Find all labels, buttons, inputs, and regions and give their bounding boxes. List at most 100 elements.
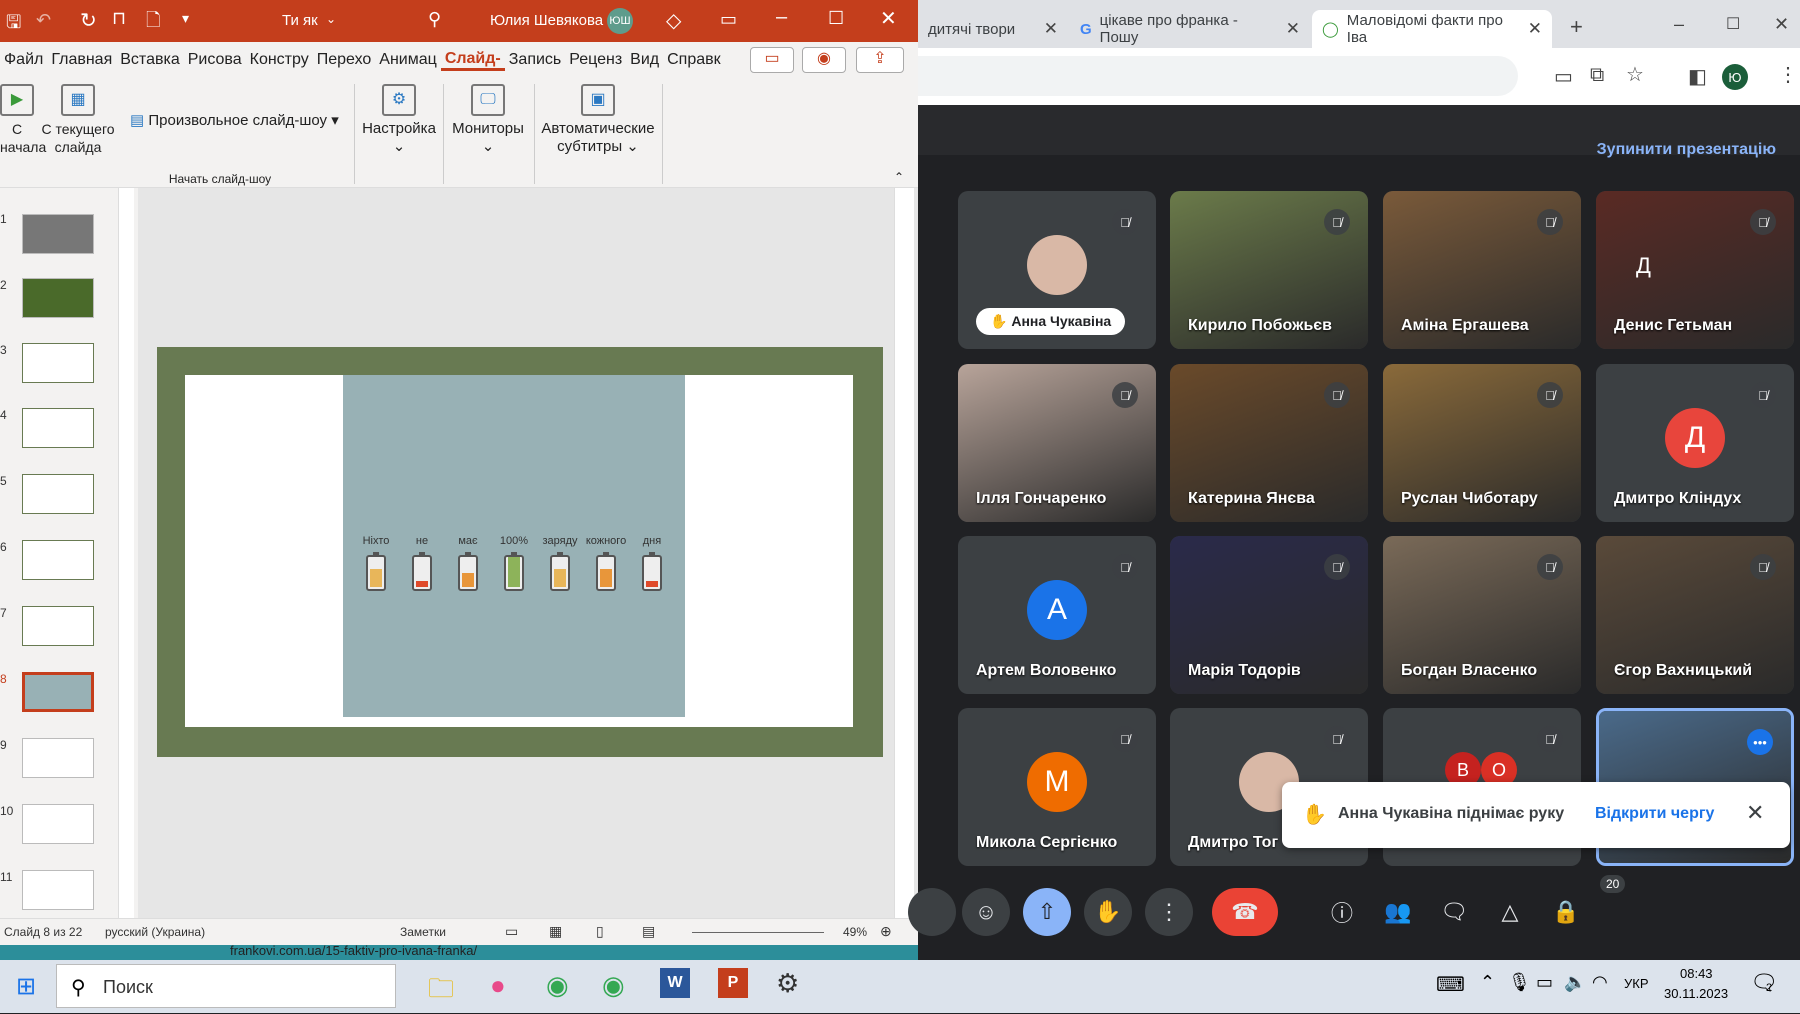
menu-icon[interactable]: ⋮ [1778,62,1798,87]
participant-tile[interactable]: 🎙̸ Аміна Ергашева [1383,191,1581,349]
powerpoint-icon[interactable]: P [718,968,748,998]
mic-icon[interactable]: 🎙 [1508,972,1531,993]
tab-draw[interactable]: Рисова [184,51,246,69]
clock-date[interactable]: 30.11.2023 [1664,986,1728,1001]
close-icon[interactable]: ✕ [1746,800,1764,826]
zoom-slider[interactable] [692,932,824,933]
participant-tile[interactable]: А 🎙̸ Артем Воловенко [958,536,1156,694]
participant-tile[interactable]: 🎙̸ Кирило Побожьєв [1170,191,1368,349]
setup-button[interactable]: ⚙ Настройка ⌄ [358,84,440,156]
more-options-button[interactable]: ⋮ [1145,888,1193,936]
normal-view-icon[interactable]: ▭ [505,923,518,940]
collapse-ribbon-icon[interactable]: ⌃ [894,170,904,184]
custom-show-button[interactable]: ▤ Произвольное слайд-шоу ▾ [130,112,340,130]
slideshow-view-icon[interactable]: ▤ [642,923,655,940]
participant-tile[interactable]: 🎙̸ Денис Гетьман Д [1596,191,1794,349]
tile-overlay-controls[interactable]: Д [1636,253,1651,279]
participant-tile[interactable]: М 🎙̸ Микола Сергієнко [958,708,1156,866]
settings-icon[interactable]: ⚙ [776,968,799,999]
close-button[interactable]: ✕ [880,6,897,31]
minimize-button[interactable]: – [1674,14,1684,35]
slide-thumbnail[interactable] [22,540,94,580]
stop-presenting-button[interactable]: Зупинити презентацію [1597,141,1776,159]
present-button[interactable]: ⇧ [1023,888,1071,936]
slide-thumbnail[interactable] [22,606,94,646]
current-slide[interactable]: Ніхто не має 100% заряду кожного дня [157,347,883,757]
ribbon-display-icon[interactable]: ▭ [720,9,737,30]
chrome-profile-icon[interactable]: ◉ [602,970,625,1001]
open-queue-button[interactable]: Відкрити чергу [1595,805,1714,823]
user-name[interactable]: Юлия Шевякова [490,12,603,29]
search-icon[interactable]: ⚲ [428,9,441,30]
monitors-button[interactable]: 🖵 Мониторы ⌄ [446,84,530,156]
raise-hand-button[interactable]: ✋ [1084,888,1132,936]
comments-icon[interactable]: ▭ [750,47,794,73]
close-icon[interactable]: ✕ [1286,19,1300,39]
record-icon[interactable]: ◉ [802,47,846,73]
address-url[interactable]: frankovi.com.ua/15-faktiv-pro-ivana-fran… [230,943,477,958]
tab-review[interactable]: Реценз [565,51,626,69]
profile-avatar[interactable]: Ю [1722,64,1748,90]
tab-home[interactable]: Главная [47,51,116,69]
from-start-button[interactable]: ▶ С начала [0,84,46,156]
reading-view-icon[interactable]: ▯ [596,923,604,940]
slide-thumbnail[interactable] [22,278,94,318]
slide-thumbnail[interactable] [22,214,94,254]
diamond-icon[interactable]: ◇ [666,8,681,33]
tab-help[interactable]: Справк [663,51,725,69]
notifications-icon[interactable]: 🗨 [1750,970,1778,996]
activities-button[interactable]: △ [1486,888,1534,936]
new-file-icon[interactable]: 🗋 [146,8,160,38]
participant-tile[interactable]: Д 🎙̸ Дмитро Кліндух [1596,364,1794,522]
close-button[interactable]: ✕ [1774,14,1789,35]
tab-transitions[interactable]: Перехо [313,51,376,69]
paint-icon[interactable]: ● [490,970,506,1001]
slide-thumbnail[interactable] [22,343,94,383]
present-icon[interactable]: ⊓ [112,8,126,29]
editor-scrollbar[interactable] [894,188,914,918]
keyboard-icon[interactable]: ⌨ [1436,972,1465,997]
slide-thumbnail[interactable] [22,408,94,448]
omnibox[interactable] [918,56,1518,96]
undo-icon[interactable]: ↶ [36,10,51,31]
chevron-up-icon[interactable]: ⌃ [1480,972,1495,993]
participant-tile[interactable]: 🎙̸ Єгор Вахницький [1596,536,1794,694]
info-button[interactable]: ⓘ [1318,888,1366,936]
slide-thumbnail[interactable] [22,804,94,844]
tab-slideshow[interactable]: Слайд- [440,50,505,71]
participant-tile[interactable]: 🎙̸ ✋ Анна Чукавіна [958,191,1156,349]
browser-tab-active[interactable]: ◯ Маловідомі факти про Іва ✕ [1312,10,1552,48]
windows-start-icon[interactable]: ⊞ [16,972,36,1001]
close-icon[interactable]: ✕ [1044,19,1058,39]
tab-file[interactable]: Файл [0,51,47,69]
sidepanel-icon[interactable]: ◧ [1688,64,1707,89]
participant-tile[interactable]: 🎙̸ Марія Тодорів [1170,536,1368,694]
notes-button[interactable]: Заметки [400,925,446,939]
chat-button[interactable]: 🗨 [1430,888,1478,936]
explorer-icon[interactable]: 🗀 [428,970,454,1014]
user-avatar[interactable]: ЮШ [607,8,633,34]
close-icon[interactable]: ✕ [1528,19,1542,39]
star-icon[interactable]: ☆ [1626,62,1644,87]
from-current-button[interactable]: ▦ С текущего слайда [40,84,116,156]
participant-tile[interactable]: 🎙̸ Руслан Чиботару [1383,364,1581,522]
emoji-button[interactable]: ☺ [962,888,1010,936]
maximize-button[interactable]: ☐ [1726,14,1740,34]
sorter-view-icon[interactable]: ▦ [549,923,562,940]
word-icon[interactable]: W [660,968,690,998]
captions-button[interactable] [908,888,956,936]
people-button[interactable]: 👥 [1374,888,1422,936]
save-icon[interactable]: 🖫 [6,10,21,40]
camera-icon[interactable]: ▭ [1554,64,1573,89]
redo-icon[interactable]: ↻ [80,8,97,33]
participant-tile[interactable]: 🎙̸ Ілля Гончаренко [958,364,1156,522]
auto-subtitles-button[interactable]: ▣ Автоматические субтитры ⌄ [538,84,658,156]
network-icon[interactable]: ◠ [1592,972,1608,993]
tab-insert[interactable]: Вставка [116,51,183,69]
share-icon[interactable]: ⇪ [856,47,904,73]
zoom-level[interactable]: 49% [843,925,867,939]
volume-icon[interactable]: 🔈 [1564,972,1586,993]
fit-slide-icon[interactable]: ⊕ [880,923,892,940]
tell-me-box[interactable]: Ти як [282,12,318,29]
tab-view[interactable]: Вид [626,51,663,69]
